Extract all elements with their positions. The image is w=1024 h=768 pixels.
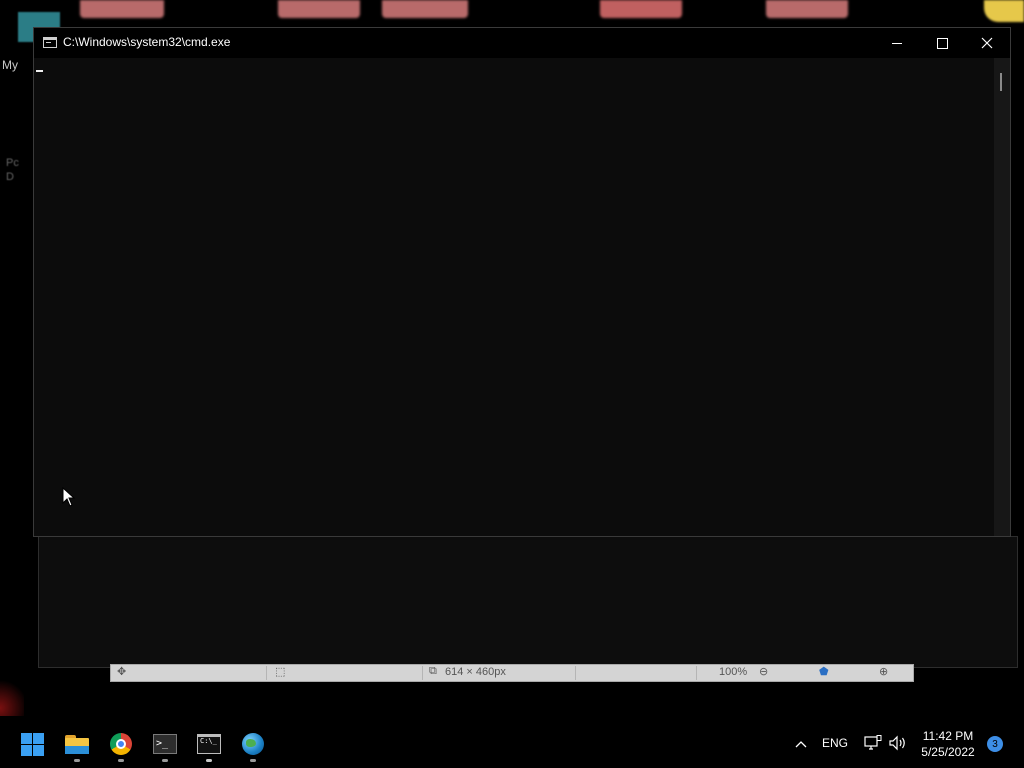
move-icon: ✥ bbox=[117, 666, 127, 678]
zoom-level: 100% bbox=[719, 666, 748, 678]
background-fragment bbox=[80, 0, 164, 18]
zoom-out-icon[interactable]: ⊖ bbox=[759, 665, 768, 678]
desktop-side-label: Pc D bbox=[6, 157, 19, 183]
zoom-controls: 100% ⊖ ⬟ ⊕ bbox=[697, 666, 912, 680]
desktop: My Pc D ✥ ⬚ ⧉ 614 × 460px 100% ⊖ ⬟ ⊕ C:\… bbox=[0, 0, 1024, 720]
cmd-window[interactable]: C:\Windows\system32\cmd.exe bbox=[33, 27, 1011, 537]
vertical-scrollbar[interactable] bbox=[994, 58, 1010, 536]
minimize-button[interactable] bbox=[874, 28, 920, 58]
running-indicator bbox=[118, 759, 124, 762]
running-indicator bbox=[206, 759, 212, 762]
window-title: C:\Windows\system32\cmd.exe bbox=[63, 35, 231, 49]
zoom-slider-thumb[interactable]: ⬟ bbox=[819, 665, 829, 678]
chrome-icon bbox=[110, 733, 132, 755]
running-indicator bbox=[74, 759, 80, 762]
volume-icon[interactable] bbox=[888, 735, 908, 751]
cmd-icon[interactable] bbox=[43, 37, 57, 48]
statusbar-segment bbox=[576, 666, 697, 680]
statusbar-segment: ⬚ bbox=[267, 666, 423, 680]
taskbar-app-browser[interactable] bbox=[233, 724, 273, 764]
scrollbar-thumb[interactable] bbox=[1000, 73, 1002, 91]
running-indicator bbox=[250, 759, 256, 762]
background-window[interactable] bbox=[38, 536, 1018, 668]
taskbar-app-cmd[interactable]: C:\_ bbox=[189, 724, 229, 764]
clock-time[interactable]: 11:42 PM bbox=[918, 729, 978, 743]
maximize-icon bbox=[936, 37, 948, 49]
background-fragment bbox=[766, 0, 848, 18]
background-fragment bbox=[278, 0, 360, 18]
titlebar[interactable]: C:\Windows\system32\cmd.exe bbox=[34, 28, 1010, 58]
background-window-statusbar: ✥ ⬚ ⧉ 614 × 460px 100% ⊖ ⬟ ⊕ bbox=[110, 664, 914, 682]
background-fragment bbox=[984, 0, 1024, 22]
image-dimensions: 614 × 460px bbox=[445, 666, 506, 678]
language-indicator[interactable]: ENG bbox=[822, 736, 848, 750]
mouse-pointer-icon bbox=[62, 487, 76, 507]
maximize-button[interactable] bbox=[919, 28, 965, 58]
terminal-icon: >_ bbox=[153, 734, 177, 754]
minimize-icon bbox=[892, 42, 902, 44]
globe-icon bbox=[242, 733, 264, 755]
cmd-icon: C:\_ bbox=[197, 734, 221, 754]
taskbar-app-chrome[interactable] bbox=[101, 724, 141, 764]
chevron-up-icon bbox=[795, 741, 807, 748]
windows-logo-icon bbox=[20, 732, 44, 756]
zoom-in-icon[interactable]: ⊕ bbox=[879, 665, 888, 678]
crop-icon: ⧉ bbox=[429, 665, 437, 677]
statusbar-segment: ⧉ 614 × 460px bbox=[423, 665, 576, 680]
close-button[interactable] bbox=[964, 28, 1010, 58]
notification-badge[interactable]: 3 bbox=[987, 736, 1003, 752]
console-output[interactable] bbox=[34, 58, 994, 536]
text-cursor bbox=[36, 70, 43, 72]
background-fragment bbox=[600, 0, 682, 18]
show-hidden-icons-button[interactable] bbox=[792, 734, 810, 754]
folder-icon bbox=[65, 734, 89, 754]
desktop-side-text: My bbox=[2, 58, 18, 72]
network-icon[interactable] bbox=[864, 735, 882, 751]
close-icon bbox=[981, 37, 993, 49]
statusbar-segment: ✥ bbox=[111, 666, 267, 680]
background-fragment bbox=[382, 0, 468, 18]
background-fragment bbox=[0, 676, 24, 716]
selection-icon: ⬚ bbox=[275, 666, 286, 678]
taskbar-app-terminal[interactable]: >_ bbox=[145, 724, 185, 764]
running-indicator bbox=[162, 759, 168, 762]
clock-date[interactable]: 5/25/2022 bbox=[912, 745, 984, 759]
taskbar-app-file-explorer[interactable] bbox=[57, 724, 97, 764]
start-button[interactable] bbox=[12, 724, 52, 764]
